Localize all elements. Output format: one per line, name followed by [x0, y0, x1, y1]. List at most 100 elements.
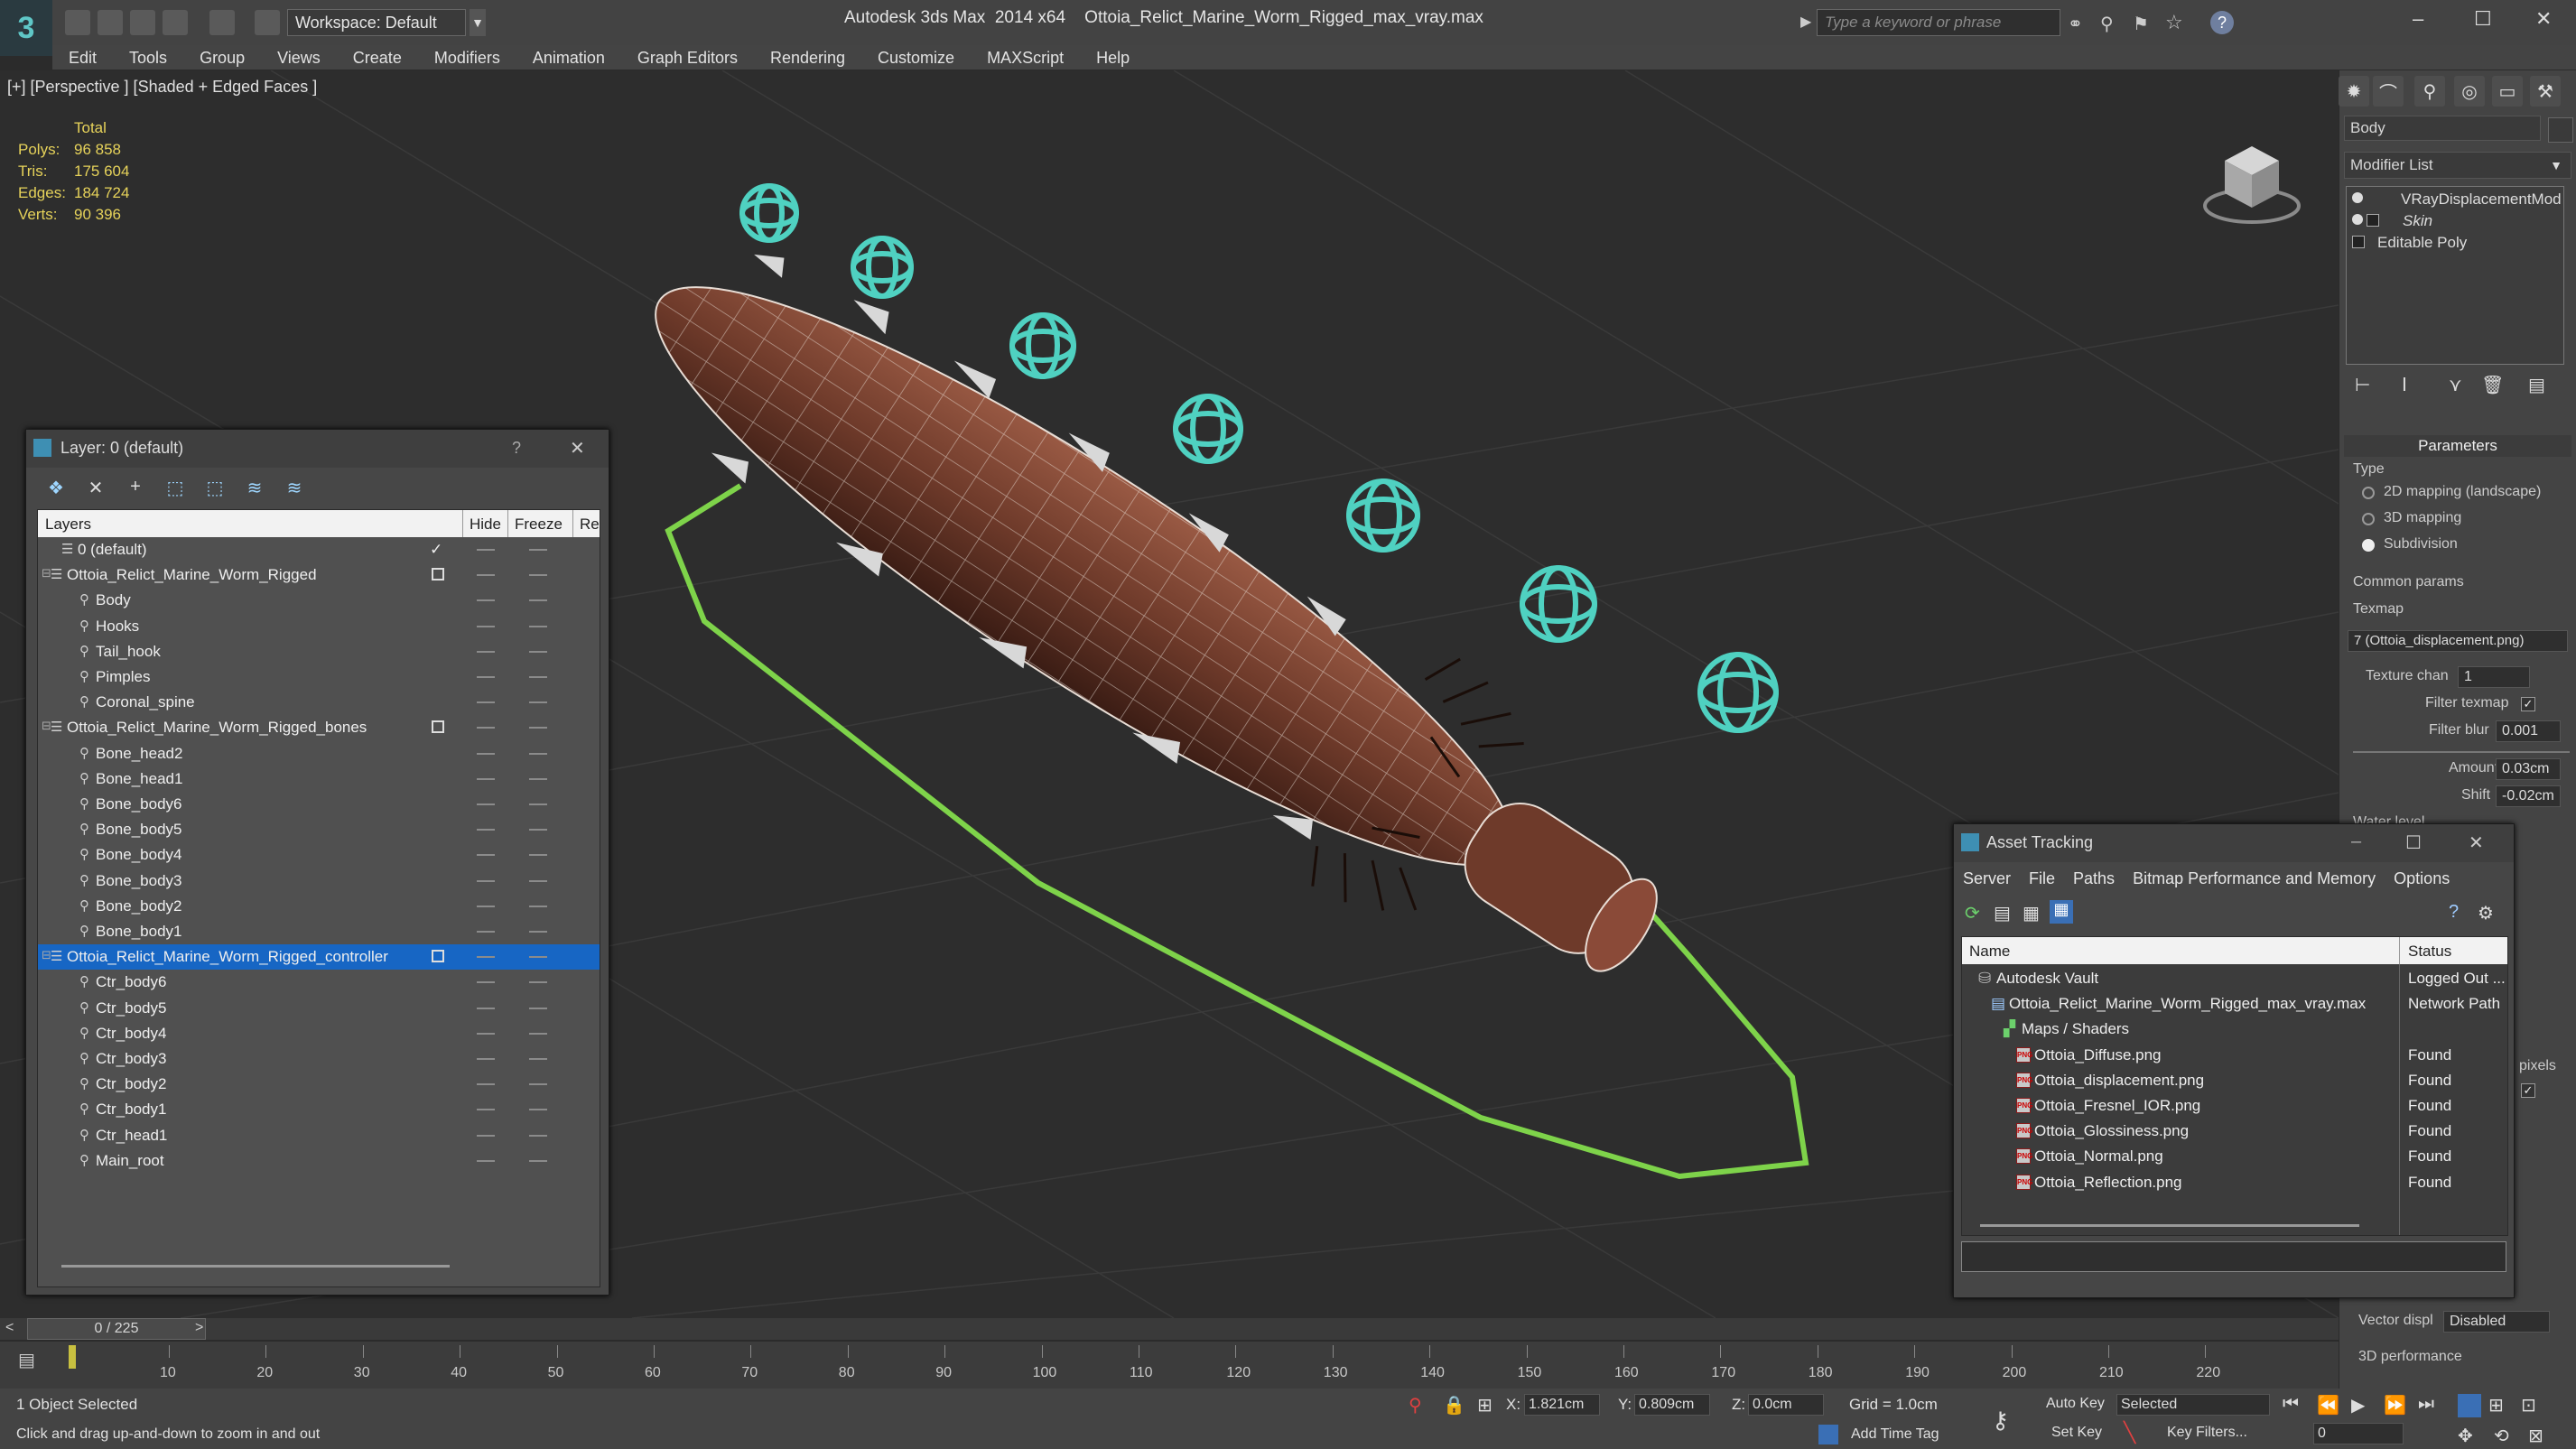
layer-object-row[interactable]: ⚲ Bone_head2	[38, 741, 600, 766]
favorites-star-icon[interactable]: ☆	[2165, 11, 2183, 34]
freeze-toggle[interactable]	[529, 829, 547, 831]
asset-row[interactable]: PNG Ottoia_Normal.png Found	[1962, 1144, 2507, 1169]
layer-name[interactable]: Ctr_body3	[96, 1050, 166, 1068]
horizontal-scrollbar[interactable]	[61, 1265, 450, 1268]
radio-2d-mapping[interactable]	[2362, 487, 2375, 499]
layer-name[interactable]: Bone_body2	[96, 897, 181, 915]
viewcube-icon[interactable]	[2203, 146, 2301, 224]
layer-name[interactable]: Coronal_spine	[96, 693, 195, 711]
viewport-label[interactable]: [+] [Perspective ] [Shaded + Edged Faces…	[7, 78, 317, 97]
layer-dialog-titlebar[interactable]: Layer: 0 (default) ? ✕	[26, 430, 609, 468]
freeze-toggle[interactable]	[529, 727, 547, 729]
hide-toggle[interactable]	[477, 1134, 495, 1137]
layer-row[interactable]: ⊟ ☰ Ottoia_Relict_Marine_Worm_Rigged_contr…	[38, 944, 600, 971]
play-icon[interactable]: ▶	[2351, 1394, 2365, 1416]
freeze-toggle[interactable]	[529, 931, 547, 933]
prev-frame-icon[interactable]: ⏪	[2317, 1394, 2339, 1416]
hide-toggle[interactable]	[477, 1058, 495, 1060]
asset-row[interactable]: PNG Ottoia_Fresnel_IOR.png Found	[1962, 1093, 2507, 1119]
remove-modifier-icon[interactable]: 🗑	[2481, 374, 2504, 396]
hide-toggle[interactable]	[477, 625, 495, 627]
amount-spinner[interactable]: 0.03cm	[2496, 758, 2561, 780]
col-layers[interactable]: Layers	[45, 516, 91, 534]
layer-row[interactable]: ⊟ ☰ Ottoia_Relict_Marine_Worm_Rigged	[38, 562, 600, 588]
layer-name[interactable]: Tail_hook	[96, 643, 161, 661]
hierarchy-tab-icon[interactable]: ⚲	[2414, 76, 2445, 107]
hide-toggle[interactable]	[477, 574, 495, 577]
freeze-toggle[interactable]	[529, 905, 547, 907]
freeze-toggle[interactable]	[529, 1134, 547, 1137]
make-unique-icon[interactable]: ⋎	[2449, 374, 2462, 396]
current-frame-field[interactable]: 0	[2313, 1423, 2404, 1444]
col-status[interactable]: Status	[2408, 943, 2451, 961]
hide-toggle[interactable]	[477, 905, 495, 907]
minimize-icon[interactable]: –	[2351, 831, 2361, 852]
project-folder-icon[interactable]	[255, 10, 280, 35]
menu-views[interactable]: Views	[261, 46, 337, 70]
absolute-mode-icon[interactable]: ⊞	[1477, 1394, 1493, 1416]
layer-object-row[interactable]: ⚲ Coronal_spine	[38, 690, 600, 715]
display-tab-icon[interactable]: ▭	[2492, 76, 2523, 107]
light-bulb-icon[interactable]	[2352, 214, 2363, 225]
settings-icon[interactable]: ⚙	[2478, 902, 2494, 924]
hide-toggle[interactable]	[477, 803, 495, 805]
layer-name[interactable]: Hooks	[96, 618, 139, 636]
current-frame-marker[interactable]	[69, 1345, 76, 1369]
maximize-viewport-icon[interactable]: ⊠	[2528, 1425, 2543, 1447]
layer-name[interactable]: Bone_head2	[96, 745, 182, 763]
next-frame-icon[interactable]: ⏩	[2384, 1394, 2406, 1416]
search-expand-icon[interactable]: ▶	[1800, 13, 1811, 31]
orbit-icon[interactable]: ⟲	[2494, 1425, 2509, 1447]
key-filters-button[interactable]: Key Filters...	[2167, 1425, 2247, 1441]
layer-object-row[interactable]: ⚲ Bone_body1	[38, 919, 600, 944]
freeze-toggle[interactable]	[529, 854, 547, 857]
modifier-list-dropdown[interactable]: Modifier List	[2344, 152, 2571, 179]
asset-name[interactable]: Ottoia_Reflection.png	[2034, 1174, 2182, 1192]
horizontal-scrollbar[interactable]	[1980, 1224, 2359, 1227]
highlight-selected-icon[interactable]: ⬚	[203, 477, 227, 498]
asset-menu-bitmap[interactable]: Bitmap Performance and Memory	[2124, 869, 2385, 888]
asset-name[interactable]: Ottoia_Fresnel_IOR.png	[2034, 1097, 2200, 1115]
time-slider[interactable]: < 0 / 225 >	[0, 1318, 2339, 1340]
minimize-icon[interactable]: –	[2413, 7, 2423, 31]
go-to-end-icon[interactable]: ⏭	[2418, 1394, 2434, 1415]
configure-sets-icon[interactable]: ▤	[2528, 374, 2545, 396]
binoculars-icon[interactable]: ⚭	[2068, 13, 2083, 35]
zoom-extents-icon[interactable]	[2458, 1394, 2481, 1417]
menu-customize[interactable]: Customize	[861, 46, 971, 70]
filter-blur-spinner[interactable]: 0.001	[2496, 720, 2561, 742]
track-bar[interactable]: ▤	[0, 1342, 2339, 1389]
asset-row[interactable]: ⛁ Autodesk Vault Logged Out ...	[1962, 966, 2507, 991]
slider-prev-icon[interactable]: <	[5, 1320, 14, 1336]
workspace-dropdown[interactable]: Workspace: Default	[287, 9, 466, 36]
freeze-toggle[interactable]	[529, 1159, 547, 1162]
shift-spinner[interactable]: -0.02cm	[2496, 785, 2561, 807]
layer-name[interactable]: Ctr_body6	[96, 973, 166, 991]
layer-name[interactable]: Bone_body1	[96, 923, 181, 941]
col-render[interactable]: Re	[580, 516, 600, 534]
stack-item-editable-poly[interactable]: Editable Poly	[2377, 234, 2467, 252]
redo-icon[interactable]	[209, 10, 235, 35]
modify-tab-icon[interactable]: ⌒	[2373, 76, 2404, 107]
hide-toggle[interactable]	[477, 1159, 495, 1162]
search-input[interactable]: Type a keyword or phrase	[1817, 9, 2060, 36]
field-of-view-icon[interactable]: ⊡	[2521, 1394, 2536, 1416]
asset-menu-options[interactable]: Options	[2385, 869, 2459, 888]
asset-row[interactable]: ▞ Maps / Shaders	[1962, 1017, 2507, 1042]
layer-name[interactable]: Ottoia_Relict_Marine_Worm_Rigged	[67, 566, 317, 584]
help-icon[interactable]: ?	[2449, 902, 2459, 923]
hide-toggle[interactable]	[477, 777, 495, 780]
filter-texmap-checkbox[interactable]: ✓	[2521, 697, 2535, 711]
asset-name[interactable]: Ottoia_Normal.png	[2034, 1147, 2163, 1166]
menu-maxscript[interactable]: MAXScript	[971, 46, 1080, 70]
layer-name[interactable]: 0 (default)	[78, 541, 147, 559]
maximize-icon[interactable]: ☐	[2474, 7, 2492, 31]
layer-object-row[interactable]: ⚲ Tail_hook	[38, 639, 600, 664]
radio-2d-mapping-label[interactable]: 2D mapping (landscape)	[2384, 484, 2541, 500]
freeze-toggle[interactable]	[529, 981, 547, 984]
freeze-toggle[interactable]	[529, 752, 547, 755]
add-to-layer-icon[interactable]: +	[124, 477, 147, 498]
asset-name[interactable]: Ottoia_Diffuse.png	[2034, 1046, 2162, 1064]
freeze-toggle[interactable]	[529, 1058, 547, 1060]
asset-menu-paths[interactable]: Paths	[2064, 869, 2124, 888]
